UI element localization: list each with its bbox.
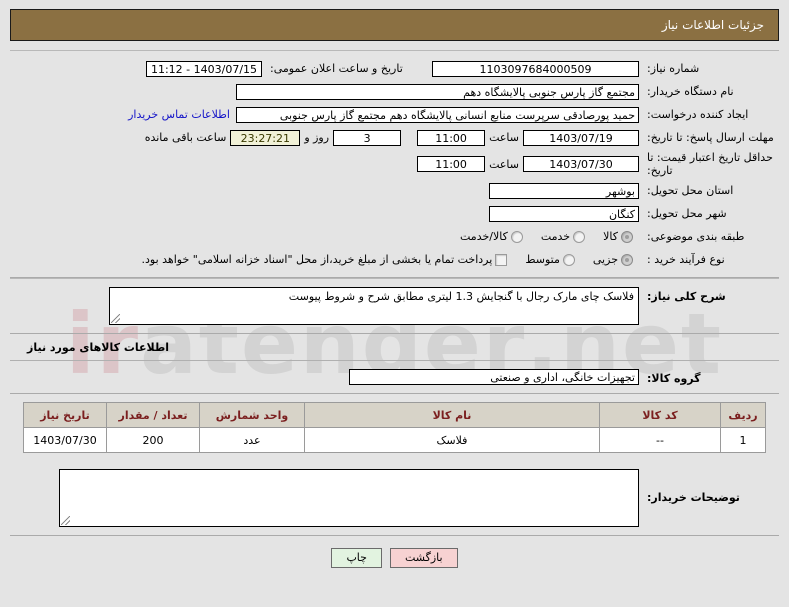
buyer-contact-link[interactable]: اطلاعات تماس خریدار [128, 108, 230, 121]
label-public-announce: تاریخ و ساعت اعلان عمومی: [270, 61, 403, 75]
radio-category-goods[interactable] [621, 230, 633, 243]
label-price-validity: حداقل تاریخ اعتبار قیمت: تا تاریخ: [647, 151, 773, 178]
page-root: جزئیات اطلاعات نیاز شماره نیاز: 11030976… [0, 9, 789, 569]
public-announce-field[interactable]: 11:12 - 1403/07/15 [146, 60, 262, 77]
table-header-row: ردیف کد کالا نام کالا واحد شمارش تعداد /… [23, 402, 766, 429]
goods-section-wrapper: اطلاعات کالاهای مورد نیاز [10, 334, 779, 362]
action-button-bar: بازگشت چاپ [0, 548, 789, 569]
print-button[interactable]: چاپ [331, 548, 382, 569]
label-requester: ایجاد کننده درخواست: [647, 107, 749, 121]
city-field[interactable]: کنگان [489, 205, 639, 222]
cell-unit: عدد [199, 427, 305, 454]
general-description-block: شرح کلی نیاز: فلاسک چای مارک رجال با گنج… [10, 278, 779, 335]
label-need-number: شماره نیاز: [647, 61, 700, 75]
cell-code: -- [599, 427, 721, 454]
price-validity-date-field[interactable]: 1403/07/30 [523, 156, 639, 173]
cell-date: 1403/07/30 [23, 427, 107, 454]
countdown-timer: 23:27:21 [230, 129, 301, 146]
row-city: شهر محل تحویل: کنگان [10, 202, 779, 225]
checkbox-treasury-documents[interactable] [495, 253, 508, 266]
label-reply-deadline: مهلت ارسال پاسخ: تا تاریخ: [647, 130, 774, 144]
requester-field[interactable]: حمید پورصادقی سرپرست منابع انسانی پالایش… [236, 106, 639, 123]
goods-table: ردیف کد کالا نام کالا واحد شمارش تعداد /… [23, 402, 766, 454]
row-goods-group: گروه کالا: تجهیزات خانگی، اداری و صنعتی [10, 369, 779, 386]
label-goods-group: گروه کالا: [647, 372, 701, 386]
buyer-notes-textarea[interactable] [59, 469, 639, 528]
need-number-field[interactable]: 1103097684000509 [432, 60, 639, 77]
buyer-org-field[interactable]: مجتمع گاز پارس جنوبی پالایشگاه دهم [236, 83, 639, 100]
label-buyer-notes: توضیحات خریدار: [647, 491, 740, 505]
row-purchase-process: نوع فرآیند خرید : جزیی متوسط پرداخت تمام… [10, 248, 779, 271]
goods-section-title: اطلاعات کالاهای مورد نیاز [27, 341, 169, 355]
cell-name: فلاسک [304, 427, 600, 454]
row-need-number: شماره نیاز: 1103097684000509 تاریخ و ساع… [10, 57, 779, 80]
row-requester: ایجاد کننده درخواست: حمید پورصادقی سرپرس… [10, 103, 779, 126]
col-name: نام کالا [304, 402, 600, 429]
radio-category-service[interactable] [573, 230, 586, 243]
label-process-minor: جزیی [592, 253, 618, 267]
page-title: جزئیات اطلاعات نیاز [661, 18, 764, 32]
col-unit: واحد شمارش [199, 402, 305, 429]
row-price-validity: حداقل تاریخ اعتبار قیمت: تا تاریخ: 1403/… [10, 149, 779, 179]
goods-table-wrapper: ردیف کد کالا نام کالا واحد شمارش تعداد /… [10, 402, 779, 454]
label-category-goods-service: کالا/خدمت [460, 230, 508, 244]
label-city: شهر محل تحویل: [647, 207, 727, 220]
label-purchase-process: نوع فرآیند خرید : [647, 253, 725, 266]
radio-category-goods-service[interactable] [510, 230, 523, 243]
cell-qty: 200 [106, 427, 200, 454]
label-category-service: خدمت [540, 230, 571, 244]
label-province: استان محل تحویل: [647, 184, 734, 197]
price-validity-time-label: ساعت [489, 157, 519, 171]
col-index: ردیف [720, 402, 766, 429]
general-description-textarea[interactable]: فلاسک چای مارک رجال با گنجایش 1.3 لیتری … [109, 287, 639, 326]
row-buyer-notes: توضیحات خریدار: [10, 469, 779, 528]
col-code: کد کالا [599, 402, 721, 429]
label-subject-category: طبقه بندی موضوعی: [647, 230, 745, 243]
row-reply-deadline: مهلت ارسال پاسخ: تا تاریخ: 1403/07/19 سا… [10, 126, 779, 149]
row-province: استان محل تحویل: بوشهر [10, 179, 779, 202]
row-subject-category: طبقه بندی موضوعی: کالا خدمت کالا/خدمت [10, 225, 779, 248]
label-buyer-org: نام دستگاه خریدار: [647, 84, 734, 98]
row-general-description: شرح کلی نیاز: فلاسک چای مارک رجال با گنج… [10, 287, 779, 326]
remaining-days-field[interactable]: 3 [333, 129, 402, 146]
price-validity-time-field[interactable]: 11:00 [417, 156, 486, 173]
label-treasury-documents: پرداخت تمام یا بخشی از مبلغ خرید،از محل … [141, 253, 493, 267]
page-title-bar: جزئیات اطلاعات نیاز [10, 9, 779, 41]
remaining-days-label: روز و [304, 131, 330, 144]
col-qty: تعداد / مقدار [106, 402, 200, 429]
label-process-medium: متوسط [525, 253, 560, 267]
cell-index: 1 [720, 427, 766, 454]
remaining-hours-label: ساعت باقی مانده [144, 131, 227, 144]
reply-deadline-time-label: ساعت [489, 131, 519, 144]
reply-deadline-date-field[interactable]: 1403/07/19 [523, 129, 639, 146]
radio-process-minor[interactable] [621, 253, 633, 266]
goods-group-field[interactable]: تجهیزات خانگی، اداری و صنعتی [349, 369, 639, 386]
buyer-notes-block: توضیحات خریدار: [10, 461, 779, 537]
table-row: 1 -- فلاسک عدد 200 1403/07/30 [23, 427, 766, 454]
need-info-panel: شماره نیاز: 1103097684000509 تاریخ و ساع… [10, 50, 779, 279]
province-field[interactable]: بوشهر [489, 182, 639, 199]
reply-deadline-time-field[interactable]: 11:00 [417, 129, 486, 146]
label-general-description: شرح کلی نیاز: [647, 290, 726, 304]
label-category-goods: کالا [603, 230, 618, 244]
row-buyer-org: نام دستگاه خریدار: مجتمع گاز پارس جنوبی … [10, 80, 779, 103]
col-date: تاریخ نیاز [23, 402, 107, 429]
radio-process-medium[interactable] [562, 253, 575, 266]
goods-group-block: گروه کالا: تجهیزات خانگی، اداری و صنعتی [10, 361, 779, 395]
back-button[interactable]: بازگشت [389, 548, 458, 569]
